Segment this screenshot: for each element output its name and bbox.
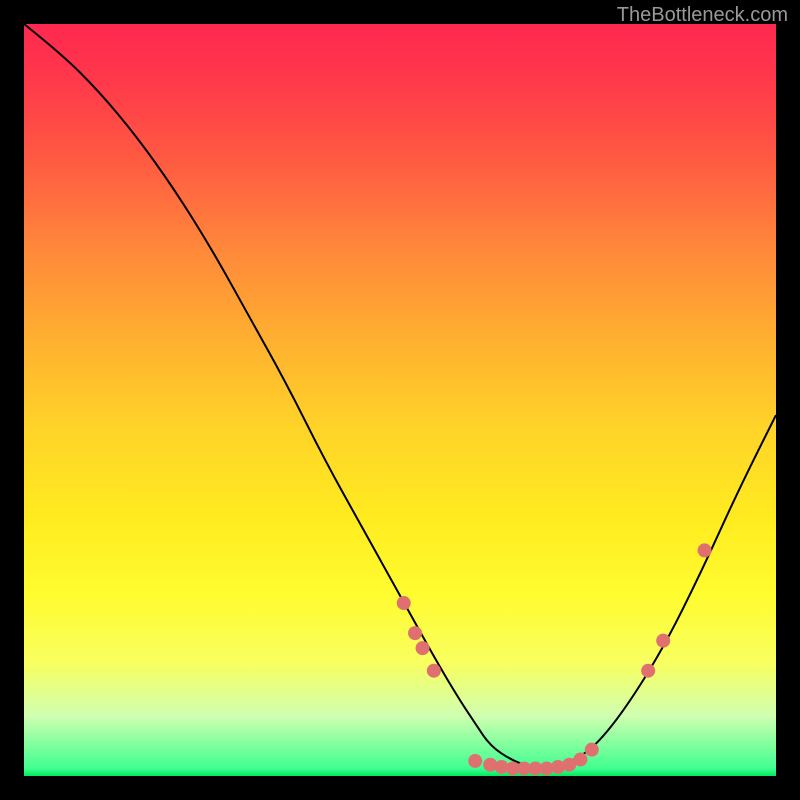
data-point [416, 641, 430, 655]
data-point [573, 752, 587, 766]
data-point [397, 596, 411, 610]
data-point [427, 664, 441, 678]
data-point [698, 543, 712, 557]
data-point [656, 634, 670, 648]
data-point [408, 626, 422, 640]
data-point [585, 743, 599, 757]
curve-line [24, 24, 776, 768]
data-point [641, 664, 655, 678]
data-point [468, 754, 482, 768]
watermark-text: TheBottleneck.com [617, 4, 788, 27]
bottleneck-curve [24, 24, 776, 776]
curve-markers [397, 543, 712, 775]
plot-area [24, 24, 776, 776]
